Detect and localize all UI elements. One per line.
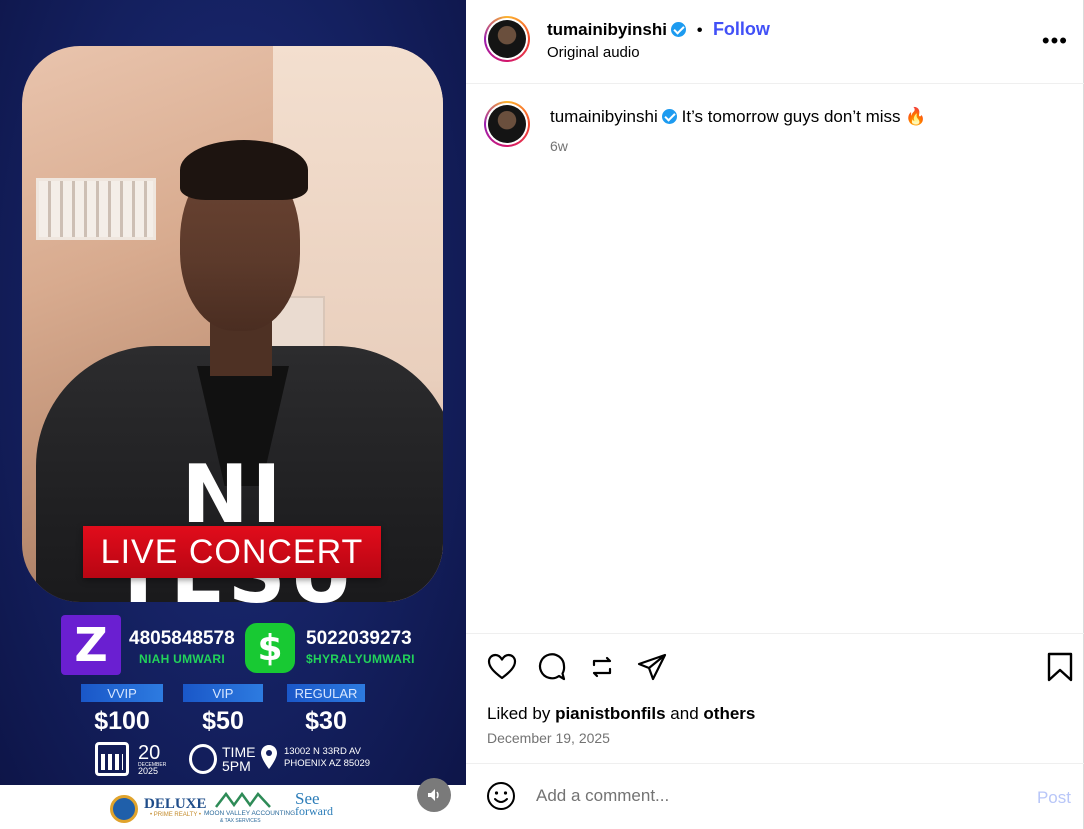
post-date[interactable]: December 19, 2025	[487, 730, 610, 746]
username-link[interactable]: tumainibyinshi	[547, 20, 667, 39]
post-viewer: NI YESU LIVE CONCERT Z 4805848578 NIAH U…	[0, 0, 1084, 829]
calendar-icon	[95, 742, 129, 776]
zelle-icon: Z	[61, 615, 121, 675]
cashapp-name: $HYRALYUMWARI	[306, 652, 415, 666]
bookmark-icon[interactable]	[1044, 651, 1076, 683]
share-icon[interactable]	[636, 651, 668, 683]
comment-bar: Post	[466, 763, 1084, 829]
payment-info: Z 4805848578 NIAH UMWARI $ 5022039273 $H…	[0, 615, 466, 675]
post-sidebar: tumainibyinshi • Follow Original audio •…	[466, 0, 1084, 829]
heart-icon[interactable]	[486, 651, 518, 683]
audio-toggle-button[interactable]	[417, 778, 451, 812]
repost-icon[interactable]	[586, 651, 618, 683]
zelle-name: NIAH UMWARI	[139, 652, 225, 666]
sponsor-strip: DELUXE • PRIME REALTY • MOON VALLEY ACCO…	[0, 785, 466, 829]
event-year: 2025	[138, 766, 159, 776]
audio-label[interactable]: Original audio	[547, 44, 640, 61]
sponsor-moonvalley: MOON VALLEY ACCOUNTING	[204, 810, 296, 817]
verified-badge-icon	[671, 22, 687, 37]
tier-price: $30	[305, 707, 347, 735]
sponsor-deluxe: DELUXE	[144, 796, 207, 812]
likes-summary: Liked by pianistbonfils and others	[487, 704, 756, 723]
time-value: 5PM	[222, 758, 251, 774]
post-header: tumainibyinshi • Follow Original audio •…	[466, 0, 1084, 84]
post-comment-button[interactable]: Post	[1037, 788, 1071, 808]
caption-text: It’s tomorrow guys don’t miss 🔥	[681, 107, 927, 126]
comment-icon[interactable]	[536, 651, 568, 683]
liked-others-link[interactable]: others	[703, 704, 755, 723]
post-media[interactable]: NI YESU LIVE CONCERT Z 4805848578 NIAH U…	[0, 0, 466, 829]
tier-label: VIP	[183, 684, 263, 702]
event-subtitle: LIVE CONCERT	[83, 526, 381, 578]
address-line1: 13002 N 33RD AV	[284, 746, 361, 757]
tier-price: $50	[202, 707, 244, 735]
address-line2: PHOENIX AZ 85029	[284, 758, 371, 769]
clock-icon	[189, 744, 217, 774]
sponsor-deluxe-sub: • PRIME REALTY •	[150, 812, 201, 818]
moonvalley-logo-icon	[215, 791, 271, 808]
verified-badge-icon	[662, 109, 678, 124]
cashapp-icon: $	[245, 623, 295, 673]
speaker-icon	[428, 789, 439, 801]
sponsor-moonvalley-sub: & TAX SERVICES	[220, 818, 261, 824]
emoji-icon[interactable]	[486, 781, 516, 811]
zelle-number: 4805848578	[129, 628, 235, 649]
tier-label: VVIP	[81, 684, 163, 702]
sponsor-seeforward: See forward	[295, 789, 333, 819]
tier-price: $100	[94, 707, 150, 735]
caption-username[interactable]: tumainibyinshi	[550, 107, 658, 126]
post-age[interactable]: 6w	[550, 138, 568, 154]
event-details: 20 DECEMBER 2025 TIME 5PM 13002 N 33RD A…	[0, 740, 466, 780]
action-bar: Liked by pianistbonfils and others Decem…	[466, 633, 1084, 763]
deluxe-logo-icon	[110, 795, 138, 823]
follow-button[interactable]: Follow	[713, 19, 770, 39]
more-options-button[interactable]: •••	[1042, 28, 1068, 54]
liked-user-link[interactable]: pianistbonfils	[555, 704, 666, 723]
caption: tumainibyinshi It’s tomorrow guys don’t …	[550, 107, 926, 127]
location-pin-icon	[261, 745, 277, 769]
tier-label: REGULAR	[287, 684, 365, 702]
cashapp-number: 5022039273	[306, 628, 412, 649]
caption-avatar[interactable]	[484, 101, 530, 147]
comment-input[interactable]	[536, 786, 976, 806]
avatar[interactable]	[484, 16, 530, 62]
